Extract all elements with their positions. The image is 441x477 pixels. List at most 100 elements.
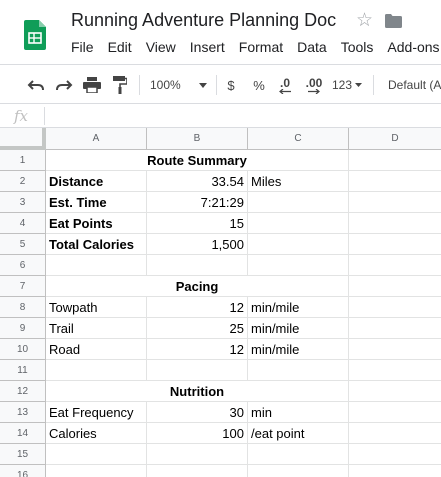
cell-b[interactable] xyxy=(147,444,248,465)
undo-icon[interactable] xyxy=(26,75,46,95)
row-header[interactable]: 12 xyxy=(0,381,46,402)
cell-b[interactable] xyxy=(147,360,248,381)
row-header[interactable]: 1 xyxy=(0,150,46,171)
folder-icon[interactable] xyxy=(385,14,402,28)
cell-c[interactable] xyxy=(248,234,349,255)
row-header[interactable]: 8 xyxy=(0,297,46,318)
cell-a[interactable] xyxy=(46,360,147,381)
cell-d[interactable] xyxy=(349,150,441,171)
section-header-cell[interactable]: Nutrition xyxy=(46,381,349,402)
cell-a[interactable]: Est. Time xyxy=(46,192,147,213)
decrease-decimal-button[interactable]: .0 xyxy=(274,75,296,95)
cell-d[interactable] xyxy=(349,339,441,360)
cell-d[interactable] xyxy=(349,465,441,477)
cell-b[interactable]: 30 xyxy=(147,402,248,423)
menu-add-ons[interactable]: Add-ons xyxy=(387,39,439,55)
column-header-c[interactable]: C xyxy=(248,128,349,150)
cell-b[interactable] xyxy=(147,255,248,276)
menu-view[interactable]: View xyxy=(146,39,176,55)
row-header[interactable]: 9 xyxy=(0,318,46,339)
row-header[interactable]: 4 xyxy=(0,213,46,234)
cell-a[interactable] xyxy=(46,465,147,477)
cell-c[interactable]: /eat point xyxy=(248,423,349,444)
row-header[interactable]: 16 xyxy=(0,465,46,477)
menu-edit[interactable]: Edit xyxy=(108,39,132,55)
cell-a[interactable]: Road xyxy=(46,339,147,360)
menu-file[interactable]: File xyxy=(71,39,94,55)
row-header[interactable]: 7 xyxy=(0,276,46,297)
section-header-cell[interactable]: Route Summary xyxy=(46,150,349,171)
paint-format-icon[interactable] xyxy=(110,75,130,95)
cell-a[interactable] xyxy=(46,444,147,465)
more-formats-select[interactable]: 123 xyxy=(332,75,366,95)
cell-d[interactable] xyxy=(349,192,441,213)
row-header[interactable]: 3 xyxy=(0,192,46,213)
cell-d[interactable] xyxy=(349,234,441,255)
cell-d[interactable] xyxy=(349,276,441,297)
cell-c[interactable] xyxy=(248,360,349,381)
cell-b[interactable] xyxy=(147,465,248,477)
font-select[interactable]: Default (A xyxy=(388,75,441,95)
cell-d[interactable] xyxy=(349,444,441,465)
redo-icon[interactable] xyxy=(54,75,74,95)
cell-a[interactable]: Calories xyxy=(46,423,147,444)
row-header[interactable]: 13 xyxy=(0,402,46,423)
cell-b[interactable]: 33.54 xyxy=(147,171,248,192)
print-icon[interactable] xyxy=(82,75,102,95)
select-all-corner[interactable] xyxy=(0,128,46,150)
cell-b[interactable]: 12 xyxy=(147,297,248,318)
cell-c[interactable] xyxy=(248,255,349,276)
sheets-logo-icon[interactable] xyxy=(24,20,46,50)
cell-c[interactable]: Miles xyxy=(248,171,349,192)
cell-b[interactable]: 7:21:29 xyxy=(147,192,248,213)
menu-tools[interactable]: Tools xyxy=(341,39,374,55)
section-header-cell[interactable]: Pacing xyxy=(46,276,349,297)
row-header[interactable]: 15 xyxy=(0,444,46,465)
cell-a[interactable]: Trail xyxy=(46,318,147,339)
cell-c[interactable] xyxy=(248,213,349,234)
cell-b[interactable]: 12 xyxy=(147,339,248,360)
cell-d[interactable] xyxy=(349,171,441,192)
row-header[interactable]: 11 xyxy=(0,360,46,381)
cell-a[interactable]: Towpath xyxy=(46,297,147,318)
row-header[interactable]: 5 xyxy=(0,234,46,255)
cell-c[interactable]: min/mile xyxy=(248,318,349,339)
cell-c[interactable] xyxy=(248,192,349,213)
cell-b[interactable]: 15 xyxy=(147,213,248,234)
cell-d[interactable] xyxy=(349,255,441,276)
menu-insert[interactable]: Insert xyxy=(190,39,225,55)
cell-c[interactable] xyxy=(248,465,349,477)
cell-d[interactable] xyxy=(349,360,441,381)
menu-data[interactable]: Data xyxy=(297,39,327,55)
row-header[interactable]: 2 xyxy=(0,171,46,192)
row-header[interactable]: 6 xyxy=(0,255,46,276)
cell-c[interactable]: min/mile xyxy=(248,297,349,318)
cell-a[interactable]: Total Calories xyxy=(46,234,147,255)
cell-d[interactable] xyxy=(349,297,441,318)
cell-b[interactable]: 1,500 xyxy=(147,234,248,255)
cell-c[interactable]: min xyxy=(248,402,349,423)
currency-format-button[interactable]: $ xyxy=(223,75,239,95)
cell-a[interactable] xyxy=(46,255,147,276)
cell-d[interactable] xyxy=(349,423,441,444)
star-icon[interactable]: ☆ xyxy=(356,10,373,32)
zoom-select[interactable]: 100% xyxy=(150,75,210,95)
cell-c[interactable]: min/mile xyxy=(248,339,349,360)
formula-input[interactable] xyxy=(50,104,441,128)
column-header-b[interactable]: B xyxy=(147,128,248,150)
cell-a[interactable]: Distance xyxy=(46,171,147,192)
row-header[interactable]: 14 xyxy=(0,423,46,444)
cell-a[interactable]: Eat Frequency xyxy=(46,402,147,423)
cell-a[interactable]: Eat Points xyxy=(46,213,147,234)
cell-d[interactable] xyxy=(349,402,441,423)
cell-d[interactable] xyxy=(349,213,441,234)
percent-format-button[interactable]: % xyxy=(251,75,267,95)
cell-b[interactable]: 25 xyxy=(147,318,248,339)
increase-decimal-button[interactable]: .00 xyxy=(302,75,326,95)
cell-d[interactable] xyxy=(349,318,441,339)
cell-c[interactable] xyxy=(248,444,349,465)
menu-format[interactable]: Format xyxy=(239,39,283,55)
column-header-a[interactable]: A xyxy=(46,128,147,150)
row-header[interactable]: 10 xyxy=(0,339,46,360)
cell-b[interactable]: 100 xyxy=(147,423,248,444)
